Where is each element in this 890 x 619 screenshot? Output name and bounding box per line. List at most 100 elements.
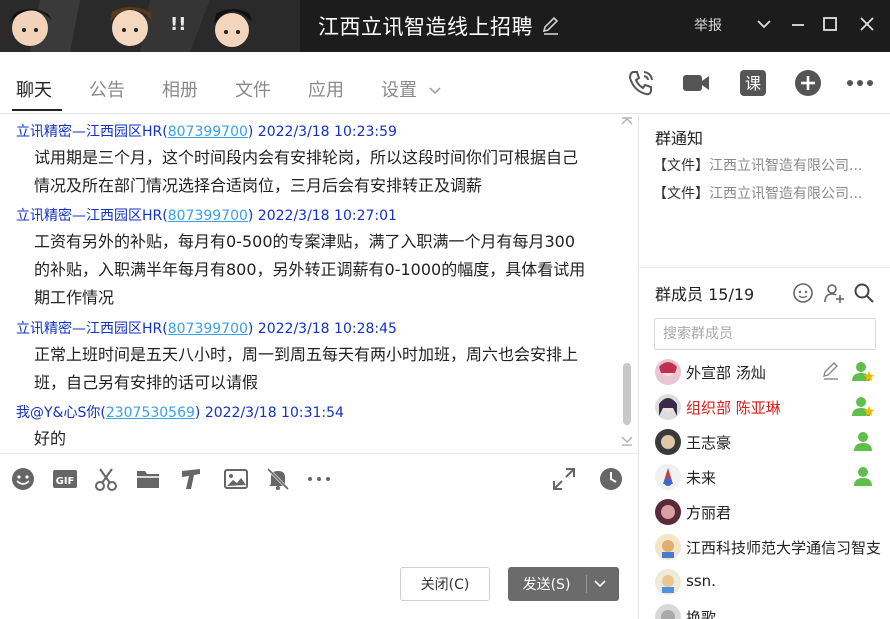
member-row[interactable]: 组织部 陈亚琳 bbox=[653, 390, 889, 425]
message-line: 正常上班时间是五天八小时，周一到周五每天有两小时加班，周六也会安排上 bbox=[34, 345, 579, 364]
tab-chat[interactable]: 聊天 bbox=[16, 76, 52, 102]
close-button[interactable]: 关闭(C) bbox=[400, 567, 490, 601]
member-row[interactable]: 王志豪 bbox=[653, 425, 889, 460]
music-icon[interactable] bbox=[178, 466, 204, 492]
send-button-divider bbox=[586, 575, 587, 593]
send-button[interactable]: 发送(S) bbox=[508, 567, 619, 601]
sender-name[interactable]: 立讯精密—江西园区HR( bbox=[16, 124, 168, 140]
tab-announcement[interactable]: 公告 bbox=[89, 76, 125, 102]
avatar bbox=[655, 464, 681, 490]
add-member-icon[interactable] bbox=[823, 282, 845, 304]
active-tab-underline bbox=[12, 109, 62, 111]
tab-album[interactable]: 相册 bbox=[162, 76, 198, 102]
sender-name[interactable]: 立讯精密—江西园区HR( bbox=[16, 321, 168, 337]
send-options-chevron-icon[interactable] bbox=[592, 577, 608, 591]
input-toolbar: GIF bbox=[0, 453, 638, 503]
member-row[interactable]: 方丽君 bbox=[653, 495, 889, 530]
sender-qq-link[interactable]: 2307530569 bbox=[106, 405, 195, 421]
lesson-icon[interactable]: 课 bbox=[738, 68, 768, 98]
notice-prefix: 【文件】 bbox=[653, 186, 709, 202]
more-icon[interactable] bbox=[845, 68, 875, 98]
group-owner-icon bbox=[852, 397, 874, 416]
close-window-icon[interactable] bbox=[855, 12, 879, 36]
member-row[interactable]: 江西科技师范大学通信习智支 bbox=[653, 530, 889, 565]
message-header: 我@Y&心S你(2307530569) 2022/3/18 10:31:54 bbox=[16, 402, 344, 422]
member-name: 外宣部 汤灿 bbox=[686, 364, 766, 382]
message-line: 班，自己另有安排的话可以请假 bbox=[34, 373, 259, 392]
message-header: 立讯精密—江西园区HR(807399700) 2022/3/18 10:28:4… bbox=[16, 318, 397, 338]
message-time: 2022/3/18 10:28:45 bbox=[253, 321, 397, 337]
maximize-icon[interactable] bbox=[818, 12, 842, 36]
folder-icon[interactable] bbox=[135, 466, 161, 492]
message-header: 立讯精密—江西园区HR(807399700) 2022/3/18 10:27:0… bbox=[16, 205, 397, 225]
member-row[interactable]: 未来 bbox=[653, 460, 889, 495]
message-time: 2022/3/18 10:23:59 bbox=[253, 124, 397, 140]
sender-qq-link[interactable]: 807399700 bbox=[168, 124, 248, 140]
chevron-down-icon bbox=[429, 87, 441, 95]
member-search-input[interactable] bbox=[654, 318, 876, 350]
admin-member-icon bbox=[854, 432, 872, 451]
group-notice-title: 群通知 bbox=[655, 129, 704, 148]
edit-member-icon[interactable] bbox=[821, 361, 841, 381]
avatar bbox=[655, 569, 681, 595]
tab-files[interactable]: 文件 bbox=[235, 76, 271, 102]
message-line: 试用期是三个月，这个时间段内会有安排轮岗，所以这段时间你们可根据自己 bbox=[34, 148, 579, 167]
fold-down-icon[interactable] bbox=[752, 12, 776, 36]
message-line: 好的 bbox=[34, 429, 67, 448]
svg-text:!!: !! bbox=[170, 14, 186, 35]
edit-title-icon[interactable] bbox=[541, 16, 561, 36]
more-tools-icon[interactable] bbox=[306, 466, 332, 492]
member-name: 换歌 bbox=[686, 609, 717, 619]
face-recognition-icon[interactable] bbox=[792, 282, 814, 304]
member-name: 未来 bbox=[686, 469, 717, 487]
members-count-title: 群成员 15/19 bbox=[655, 285, 755, 304]
history-clock-icon[interactable] bbox=[598, 466, 624, 492]
scissors-icon[interactable] bbox=[93, 466, 119, 492]
member-name: 江西科技师范大学通信习智支 bbox=[686, 539, 881, 557]
message-line: 的补贴，入职满半年每月有800，另外转正调薪有0-1000的幅度，具体看试用 bbox=[34, 260, 586, 279]
group-title: 江西立讯智造线上招聘 bbox=[318, 15, 533, 39]
group-side-panel: 群通知 【文件】江西立讯智造有限公司... 【文件】江西立讯智造有限公司... … bbox=[638, 115, 890, 619]
tab-bar: 聊天 公告 相册 文件 应用 设置 课 bbox=[0, 52, 890, 114]
svg-text:课: 课 bbox=[745, 74, 761, 93]
chat-scrollbar-thumb[interactable] bbox=[623, 363, 631, 425]
member-row[interactable]: ssn. bbox=[653, 565, 889, 600]
chat-message-list[interactable]: 立讯精密—江西园区HR(807399700) 2022/3/18 10:23:5… bbox=[0, 115, 638, 453]
sender-name[interactable]: 立讯精密—江西园区HR( bbox=[16, 208, 168, 224]
member-row[interactable]: 外宣部 汤灿 bbox=[653, 355, 889, 390]
group-banner-image: !! bbox=[0, 0, 300, 52]
avatar bbox=[655, 604, 681, 619]
notice-item[interactable]: 【文件】江西立讯智造有限公司... bbox=[653, 155, 885, 175]
admin-member-icon bbox=[854, 467, 872, 486]
video-call-icon[interactable] bbox=[681, 68, 711, 98]
sender-name[interactable]: 我@Y&心S你( bbox=[16, 405, 106, 421]
message-body: 好的 bbox=[34, 425, 624, 453]
expand-icon[interactable] bbox=[551, 466, 577, 492]
message-header: 立讯精密—江西园区HR(807399700) 2022/3/18 10:23:5… bbox=[16, 121, 397, 141]
member-name: 方丽君 bbox=[686, 504, 732, 522]
minimize-icon[interactable] bbox=[786, 12, 810, 36]
tab-apps[interactable]: 应用 bbox=[308, 76, 344, 102]
message-line: 期工作情况 bbox=[34, 288, 115, 307]
add-app-icon[interactable] bbox=[793, 68, 823, 98]
tab-settings-label: 设置 bbox=[381, 80, 417, 101]
phone-call-icon[interactable] bbox=[626, 68, 656, 98]
message-body: 试用期是三个月，这个时间段内会有安排轮岗，所以这段时间你们可根据自己 情况及所在… bbox=[34, 144, 624, 200]
report-button[interactable]: 举报 bbox=[694, 15, 722, 35]
sender-qq-link[interactable]: 807399700 bbox=[168, 321, 248, 337]
emoji-icon[interactable] bbox=[10, 466, 36, 492]
member-row[interactable]: 换歌 bbox=[653, 600, 889, 619]
member-name: ssn. bbox=[686, 572, 716, 590]
message-input[interactable] bbox=[0, 503, 638, 559]
gif-icon[interactable]: GIF bbox=[52, 466, 78, 492]
search-icon[interactable] bbox=[853, 282, 875, 304]
sender-qq-link[interactable]: 807399700 bbox=[168, 208, 248, 224]
notice-item[interactable]: 【文件】江西立讯智造有限公司... bbox=[653, 183, 885, 203]
image-icon[interactable] bbox=[223, 466, 249, 492]
avatar bbox=[655, 429, 681, 455]
message-body: 正常上班时间是五天八小时，周一到周五每天有两小时加班，周六也会安排上 班，自己另… bbox=[34, 341, 624, 397]
title-bar: !! 江西立讯智造线上招聘 举报 bbox=[0, 0, 890, 52]
mute-bell-icon[interactable] bbox=[265, 466, 291, 492]
tab-settings[interactable]: 设置 bbox=[381, 76, 441, 102]
notice-file-name: 江西立讯智造有限公司... bbox=[709, 186, 863, 202]
